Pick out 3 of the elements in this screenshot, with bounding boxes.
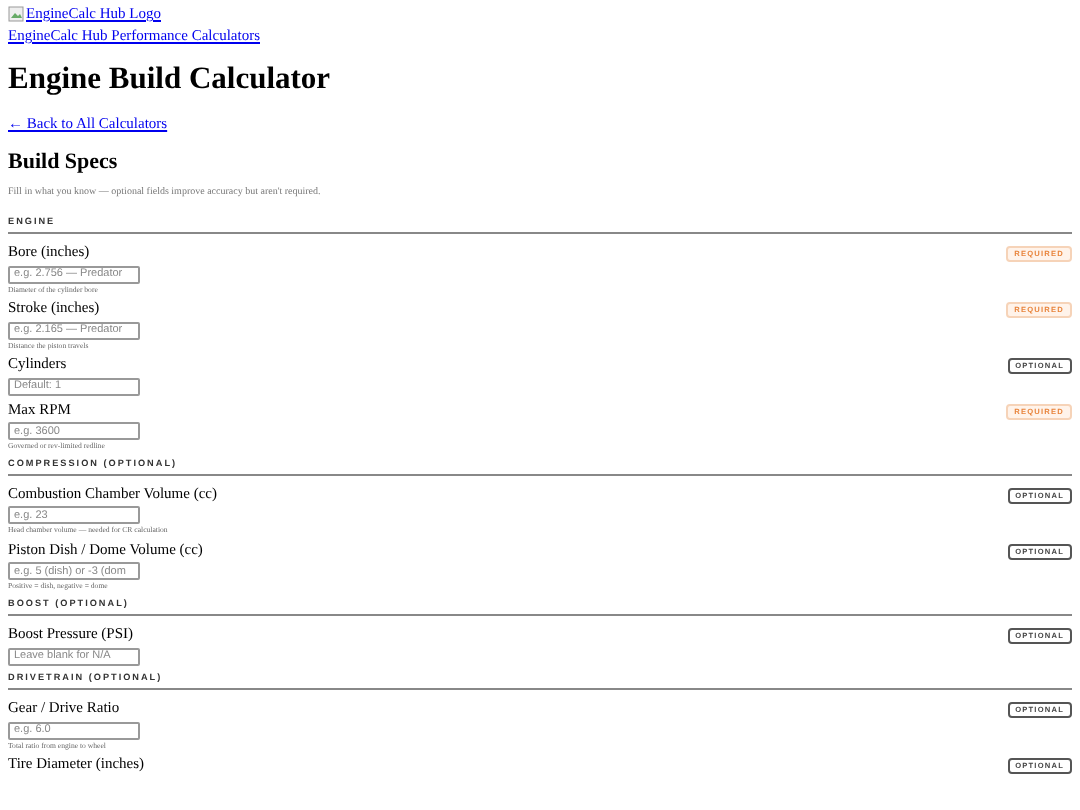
broken-image-icon [8, 6, 24, 23]
form-title: Build Specs [8, 149, 120, 176]
page-title: Engine Build Calculator [8, 61, 333, 99]
